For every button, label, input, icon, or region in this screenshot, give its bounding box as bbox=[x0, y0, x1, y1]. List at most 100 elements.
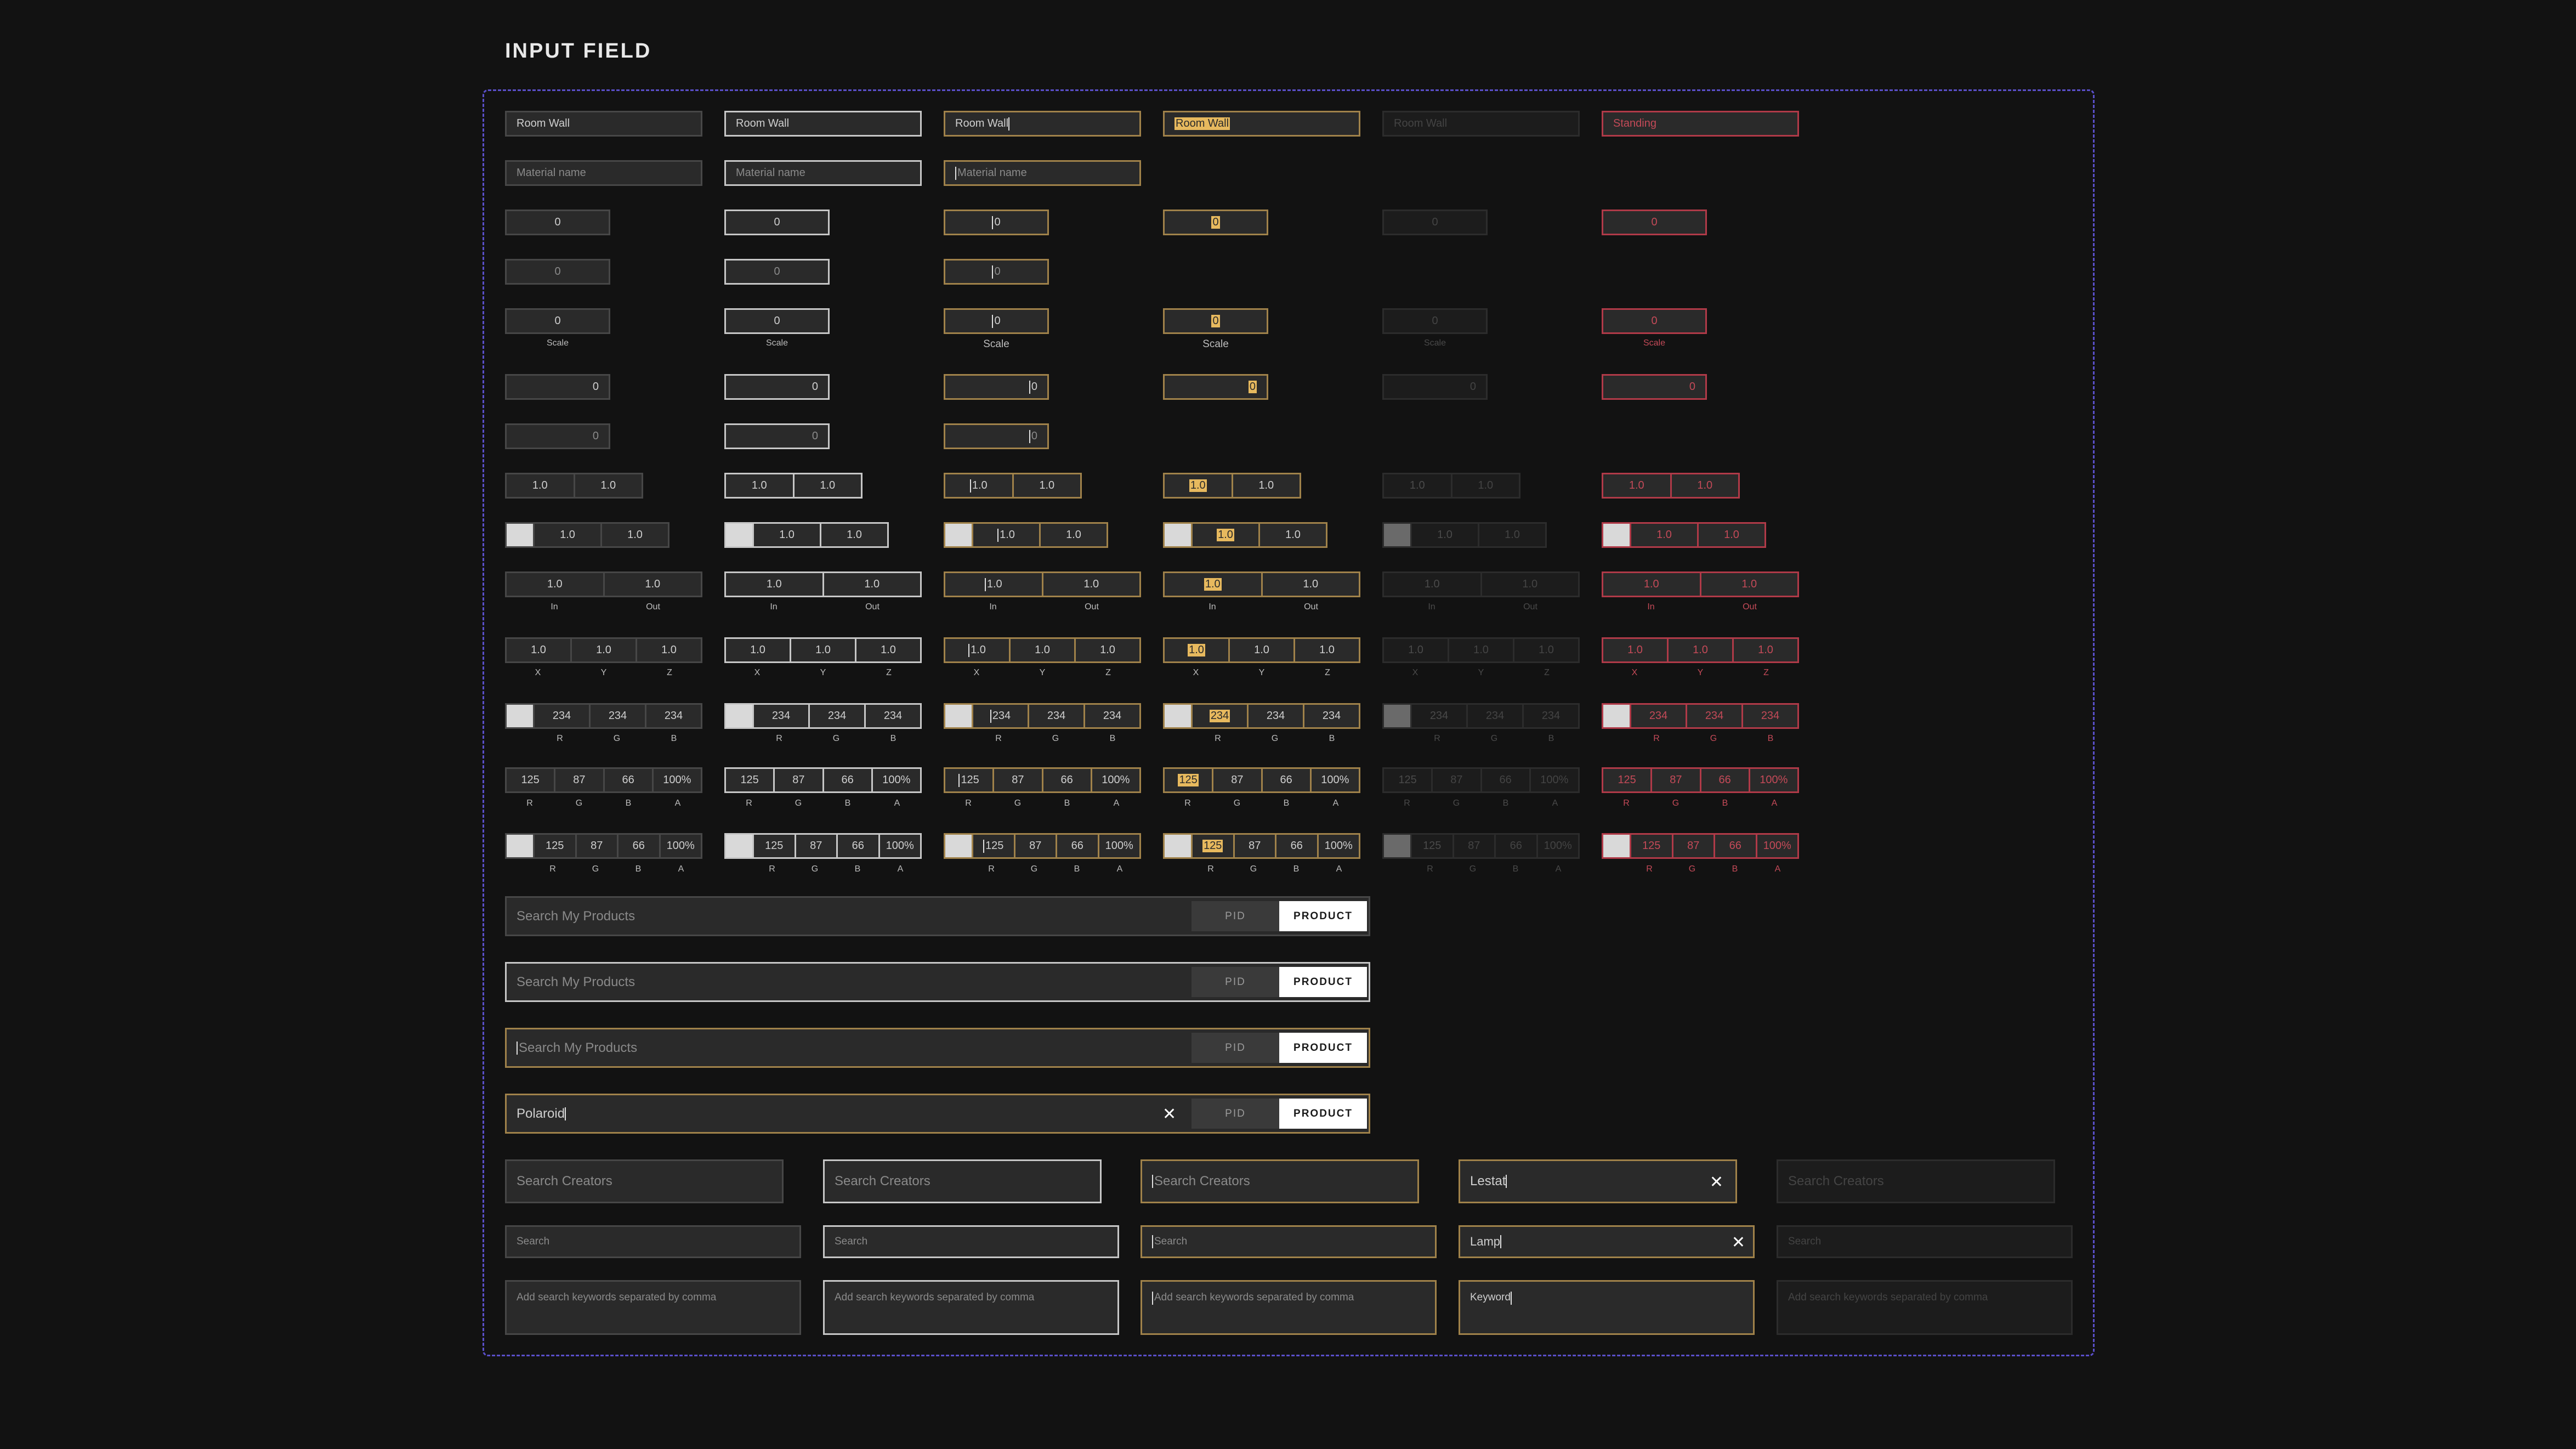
search-mode-toggle[interactable]: PID PRODUCT bbox=[1191, 1099, 1367, 1129]
pid-option[interactable]: PID bbox=[1191, 1033, 1279, 1063]
rgb-field[interactable]: 234 234 234 bbox=[1602, 703, 1799, 729]
in-out-field[interactable]: 1.0 1.0 bbox=[944, 571, 1141, 597]
close-icon[interactable]: ✕ bbox=[1732, 1235, 1745, 1251]
xyz-field[interactable]: 1.0 1.0 1.0 bbox=[505, 637, 702, 663]
xyz-field[interactable]: 1.0 1.0 1.0 bbox=[724, 637, 922, 663]
rgb-field[interactable]: 234 234 234 bbox=[944, 703, 1141, 729]
rgba-field[interactable]: 125 87 66 100% bbox=[505, 767, 702, 793]
product-search-input[interactable]: Polaroid ✕ PID PRODUCT bbox=[505, 1094, 1370, 1134]
pid-option[interactable]: PID bbox=[1191, 1099, 1279, 1129]
text-field[interactable]: Room Wall bbox=[724, 111, 922, 137]
product-option[interactable]: PRODUCT bbox=[1279, 1033, 1367, 1063]
color-swatch[interactable] bbox=[1384, 705, 1410, 727]
text-field[interactable]: Room Wall bbox=[944, 111, 1141, 137]
pid-option[interactable]: PID bbox=[1191, 901, 1279, 931]
search-input[interactable]: Search bbox=[1141, 1225, 1437, 1258]
product-search-input[interactable]: Search My Products PID PRODUCT bbox=[505, 1028, 1370, 1068]
product-search-input[interactable]: Search My Products PID PRODUCT bbox=[505, 896, 1370, 936]
rgb-field[interactable]: 234 234 234 bbox=[505, 703, 702, 729]
color-swatch[interactable] bbox=[507, 705, 533, 727]
color-swatch[interactable] bbox=[1603, 705, 1630, 727]
scale-field[interactable]: 0 bbox=[1602, 308, 1707, 334]
scale-field[interactable]: 0 bbox=[944, 308, 1049, 334]
color-swatch[interactable] bbox=[1165, 835, 1191, 857]
color-rgba-field[interactable]: 125 87 66 100% bbox=[1163, 833, 1360, 859]
close-icon[interactable]: ✕ bbox=[1710, 1174, 1723, 1191]
color-pair-field[interactable]: 1.0 1.0 bbox=[1602, 522, 1766, 548]
rgba-field[interactable]: 125 87 66 100% bbox=[724, 767, 922, 793]
number-field[interactable]: 0 bbox=[944, 210, 1049, 235]
color-swatch[interactable] bbox=[726, 705, 752, 727]
scale-field[interactable]: 0 bbox=[1163, 308, 1268, 334]
color-swatch[interactable] bbox=[945, 705, 972, 727]
color-swatch[interactable] bbox=[945, 524, 972, 546]
number-field-right[interactable]: 0 bbox=[944, 374, 1049, 400]
color-rgba-field[interactable]: 125 87 66 100% bbox=[1602, 833, 1799, 859]
search-creators-input[interactable]: Search Creators bbox=[1141, 1159, 1419, 1203]
search-mode-toggle[interactable]: PID PRODUCT bbox=[1191, 901, 1367, 931]
number-field-right-placeholder[interactable]: 0 bbox=[724, 423, 830, 449]
pair-field[interactable]: 1.0 1.0 bbox=[505, 473, 643, 499]
in-out-field[interactable]: 1.0 1.0 bbox=[1163, 571, 1360, 597]
color-rgba-field[interactable]: 125 87 66 100% bbox=[724, 833, 922, 859]
number-field-right[interactable]: 0 bbox=[1602, 374, 1707, 400]
color-rgba-field[interactable]: 125 87 66 100% bbox=[944, 833, 1141, 859]
color-swatch[interactable] bbox=[1165, 524, 1191, 546]
in-out-field[interactable]: 1.0 1.0 bbox=[1602, 571, 1799, 597]
product-search-input[interactable]: Search My Products PID PRODUCT bbox=[505, 962, 1370, 1002]
rgba-field[interactable]: 125 87 66 100% bbox=[944, 767, 1141, 793]
rgba-field[interactable]: 125 87 66 100% bbox=[1163, 767, 1360, 793]
color-pair-field[interactable]: 1.0 1.0 bbox=[1163, 522, 1327, 548]
xyz-field[interactable]: 1.0 1.0 1.0 bbox=[1602, 637, 1799, 663]
product-option[interactable]: PRODUCT bbox=[1279, 901, 1367, 931]
scale-field[interactable]: 0 bbox=[724, 308, 830, 334]
number-field[interactable]: 0 bbox=[1602, 210, 1707, 235]
keywords-input[interactable]: Add search keywords separated by comma bbox=[823, 1280, 1119, 1335]
pid-option[interactable]: PID bbox=[1191, 967, 1279, 997]
search-creators-input[interactable]: Search Creators bbox=[505, 1159, 784, 1203]
pair-field[interactable]: 1.0 1.0 bbox=[1602, 473, 1740, 499]
color-swatch[interactable] bbox=[726, 835, 752, 857]
keywords-input[interactable]: Add search keywords separated by comma bbox=[505, 1280, 801, 1335]
number-field[interactable]: 0 bbox=[505, 210, 610, 235]
product-option[interactable]: PRODUCT bbox=[1279, 1099, 1367, 1129]
rgba-field[interactable]: 125 87 66 100% bbox=[1602, 767, 1799, 793]
color-swatch[interactable] bbox=[1165, 705, 1191, 727]
text-field[interactable]: Room Wall bbox=[1163, 111, 1360, 137]
color-swatch[interactable] bbox=[1603, 524, 1630, 546]
in-out-field[interactable]: 1.0 1.0 bbox=[505, 571, 702, 597]
color-swatch[interactable] bbox=[1603, 835, 1630, 857]
search-mode-toggle[interactable]: PID PRODUCT bbox=[1191, 967, 1367, 997]
search-creators-input[interactable]: Lestat ✕ bbox=[1459, 1159, 1737, 1203]
number-field-placeholder[interactable]: 0 bbox=[505, 259, 610, 285]
search-creators-input[interactable]: Search Creators bbox=[823, 1159, 1102, 1203]
color-rgba-field[interactable]: 125 87 66 100% bbox=[505, 833, 702, 859]
color-swatch[interactable] bbox=[726, 524, 752, 546]
search-mode-toggle[interactable]: PID PRODUCT bbox=[1191, 1033, 1367, 1063]
search-input[interactable]: Lamp ✕ bbox=[1459, 1225, 1755, 1258]
color-pair-field[interactable]: 1.0 1.0 bbox=[944, 522, 1108, 548]
close-icon[interactable]: ✕ bbox=[1162, 1106, 1176, 1123]
pair-field[interactable]: 1.0 1.0 bbox=[724, 473, 863, 499]
scale-field[interactable]: 0 bbox=[505, 308, 610, 334]
material-name-field[interactable]: Material name bbox=[505, 160, 702, 186]
color-pair-field[interactable]: 1.0 1.0 bbox=[724, 522, 889, 548]
color-swatch[interactable] bbox=[1384, 835, 1410, 857]
text-field[interactable]: Standing bbox=[1602, 111, 1799, 137]
material-name-field[interactable]: Material name bbox=[724, 160, 922, 186]
number-field-right[interactable]: 0 bbox=[505, 374, 610, 400]
in-out-field[interactable]: 1.0 1.0 bbox=[724, 571, 922, 597]
search-input[interactable]: Search bbox=[823, 1225, 1119, 1258]
pair-field[interactable]: 1.0 1.0 bbox=[944, 473, 1082, 499]
material-name-field[interactable]: Material name bbox=[944, 160, 1141, 186]
number-field[interactable]: 0 bbox=[724, 210, 830, 235]
color-swatch[interactable] bbox=[945, 835, 972, 857]
keywords-input[interactable]: Keyword bbox=[1459, 1280, 1755, 1335]
number-field-placeholder[interactable]: 0 bbox=[944, 259, 1049, 285]
product-option[interactable]: PRODUCT bbox=[1279, 967, 1367, 997]
xyz-field[interactable]: 1.0 1.0 1.0 bbox=[944, 637, 1141, 663]
number-field-right-placeholder[interactable]: 0 bbox=[944, 423, 1049, 449]
number-field-right[interactable]: 0 bbox=[724, 374, 830, 400]
text-field[interactable]: Room Wall bbox=[505, 111, 702, 137]
number-field-right[interactable]: 0 bbox=[1163, 374, 1268, 400]
